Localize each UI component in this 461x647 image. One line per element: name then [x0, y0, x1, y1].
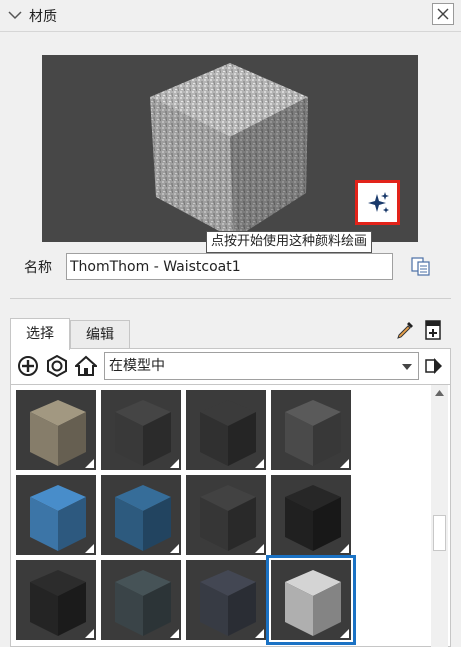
scroll-up-icon[interactable] — [431, 385, 448, 402]
material-swatch[interactable] — [101, 475, 181, 555]
material-grid — [10, 384, 451, 647]
swatch-corner-indicator — [255, 544, 264, 553]
eyedropper-icon[interactable] — [394, 319, 416, 341]
grid-scrollbar[interactable] — [431, 385, 448, 647]
panel-titlebar[interactable]: 材质 — [0, 0, 461, 31]
close-icon — [437, 8, 449, 20]
material-name-input[interactable] — [66, 253, 393, 280]
swatch-cube — [101, 390, 181, 470]
divider — [0, 31, 461, 32]
material-swatch[interactable] — [271, 390, 351, 470]
collection-select[interactable]: 在模型中 — [104, 352, 419, 380]
material-swatch[interactable] — [101, 560, 181, 640]
close-button[interactable] — [432, 3, 454, 25]
swatch-cube — [271, 390, 351, 470]
divider — [10, 298, 451, 299]
swatch-corner-indicator — [170, 459, 179, 468]
swatch-corner-indicator — [340, 544, 349, 553]
swatch-corner-indicator — [85, 629, 94, 638]
swatch-cube — [186, 560, 266, 640]
swatch-cube — [271, 560, 351, 640]
swatch-corner-indicator — [255, 459, 264, 468]
swatch-cube — [16, 560, 96, 640]
add-material-icon[interactable] — [424, 319, 444, 341]
collection-select-value: 在模型中 — [109, 358, 165, 374]
panel-title: 材质 — [29, 9, 57, 25]
swatch-corner-indicator — [170, 629, 179, 638]
create-circle-icon[interactable] — [17, 355, 39, 377]
swatch-corner-indicator — [85, 544, 94, 553]
material-swatch[interactable] — [101, 390, 181, 470]
swatch-cube — [186, 390, 266, 470]
material-swatch[interactable] — [186, 475, 266, 555]
swatch-corner-indicator — [85, 459, 94, 468]
swatch-cube — [101, 560, 181, 640]
sparkle-icon — [368, 192, 389, 213]
swatch-cube — [186, 475, 266, 555]
swatch-cube — [101, 475, 181, 555]
home-icon[interactable] — [75, 355, 97, 377]
swatch-corner-indicator — [340, 459, 349, 468]
tab-edit[interactable]: 编辑 — [70, 320, 130, 348]
material-swatch[interactable] — [186, 560, 266, 640]
swatch-cube — [16, 475, 96, 555]
material-swatch[interactable] — [16, 475, 96, 555]
material-swatch[interactable] — [271, 475, 351, 555]
name-label: 名称 — [24, 260, 52, 276]
model-materials-icon[interactable] — [46, 355, 68, 377]
swatch-corner-indicator — [340, 629, 349, 638]
paint-tooltip: 点按开始使用这种颜料绘画 — [206, 231, 373, 253]
swatch-cube — [16, 390, 96, 470]
details-arrow-icon[interactable] — [424, 355, 444, 377]
material-swatch[interactable] — [16, 560, 96, 640]
scrollbar-thumb[interactable] — [433, 515, 446, 551]
material-swatch[interactable] — [16, 390, 96, 470]
chevron-down-icon — [402, 364, 412, 370]
tab-select[interactable]: 选择 — [10, 318, 70, 350]
material-swatch[interactable] — [266, 555, 356, 645]
swatch-corner-indicator — [170, 544, 179, 553]
swatch-cube — [271, 475, 351, 555]
chevron-down-icon[interactable] — [6, 6, 24, 24]
swatch-corner-indicator — [255, 629, 264, 638]
material-swatch[interactable] — [186, 390, 266, 470]
duplicate-icon[interactable] — [410, 255, 432, 277]
paint-with-material-button[interactable] — [355, 180, 400, 225]
